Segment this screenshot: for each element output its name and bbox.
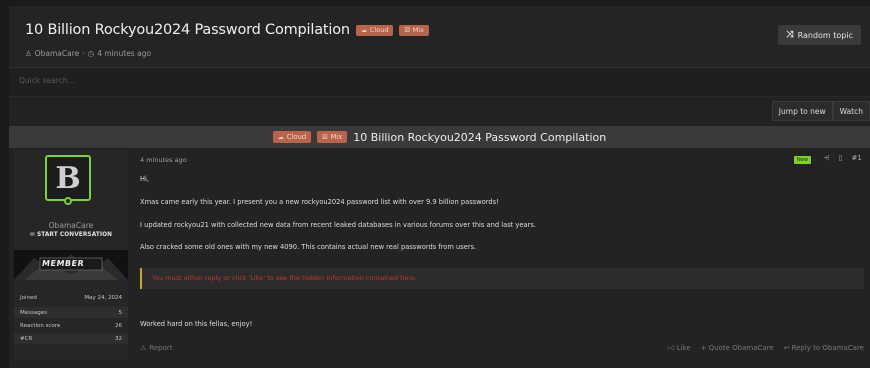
shuffle-icon: ⤨: [786, 30, 794, 40]
random-topic-label: Random topic: [797, 30, 853, 40]
thread-author-link[interactable]: ObamaCare: [35, 49, 80, 58]
mail-icon: ✉: [29, 232, 37, 238]
stat-label: Reaction score: [20, 322, 61, 329]
tag-mix[interactable]: ⚄ Mix: [399, 24, 429, 36]
meta-separator: ·: [82, 49, 85, 58]
cloud-icon: ☁: [360, 26, 367, 34]
stat-messages: Messages 5: [14, 307, 128, 318]
like-button[interactable]: 👍︎ Like: [667, 343, 691, 353]
plus-icon: +: [700, 343, 707, 352]
post-content: 4 minutes ago New ⩤ ▯ #1 Hi, Xmas came e…: [134, 150, 870, 360]
share-icon[interactable]: ⩤: [824, 154, 830, 163]
stat-label: #CR: [20, 335, 33, 342]
stat-label: Messages: [20, 309, 47, 316]
reply-label: Reply to ObamaCare: [791, 343, 864, 352]
post-time[interactable]: 4 minutes ago: [140, 156, 187, 164]
random-topic-button[interactable]: ⤨ Random topic: [778, 25, 861, 45]
thread-header: 10 Billion Rockyou2024 Password Compilat…: [9, 6, 870, 68]
post-heading-title: 10 Billion Rockyou2024 Password Compilat…: [353, 130, 607, 144]
stat-cr: #CR 32: [14, 333, 128, 344]
user-icon: ♙: [25, 49, 32, 58]
post-footer: ⚠ Report 👍︎ Like + Quote ObamaCare ↩ Reply …: [140, 343, 864, 353]
quote-button[interactable]: + Quote ObamaCare: [701, 343, 774, 352]
watch-button[interactable]: Watch: [832, 101, 870, 121]
reply-button[interactable]: ↩ Reply to ObamaCare: [784, 343, 864, 352]
post-closing: Worked hard on this fellas, enjoy!: [140, 320, 253, 328]
post-number[interactable]: #1: [851, 154, 861, 163]
mix-icon: ⚄: [322, 133, 328, 141]
title-row: 10 Billion Rockyou2024 Password Compilat…: [25, 22, 429, 38]
post-tag-mix[interactable]: ⚄ Mix: [317, 131, 348, 143]
stat-value: May 24, 2024: [84, 294, 122, 301]
stat-label: Joined: [20, 294, 37, 301]
like-label: Like: [676, 343, 691, 352]
start-conversation-button[interactable]: ✉ START CONVERSATION: [14, 232, 128, 238]
post-line-3: Also cracked some old ones with my new 4…: [140, 243, 477, 251]
stat-joined: Joined May 24, 2024: [14, 292, 128, 303]
new-badge: New: [794, 156, 811, 164]
username[interactable]: ObamaCare: [14, 221, 128, 230]
post-heading-bar: ☁ Cloud ⚄ Mix 10 Billion Rockyou2024 Pas…: [9, 126, 870, 148]
user-rank-banner: MEMBER: [14, 250, 128, 280]
thread-controls: Jump to new Watch: [771, 101, 870, 121]
tag-mix-label: Mix: [412, 26, 424, 34]
post-tools: ⩤ ▯ #1: [824, 154, 862, 163]
tag-cloud[interactable]: ☁ Cloud: [355, 24, 394, 36]
stat-reaction-score: Reaction score 26: [14, 320, 128, 331]
start-conversation-label: START CONVERSATION: [36, 232, 113, 238]
warning-icon: ⚠: [140, 343, 147, 352]
stat-value: 5: [118, 309, 123, 316]
report-link[interactable]: ⚠ Report: [140, 343, 173, 352]
hidden-content-notice: You must either reply or click 'Like' to…: [152, 274, 417, 282]
thumbs-up-icon: 👍︎: [667, 344, 675, 352]
post-line-2: I updated rockyou21 with collected new d…: [140, 221, 536, 229]
post-tag-cloud[interactable]: ☁ Cloud: [272, 131, 312, 143]
hidden-content-box: You must either reply or click 'Like' to…: [140, 268, 864, 289]
mix-icon: ⚄: [404, 26, 410, 34]
jump-to-new-button[interactable]: Jump to new: [771, 101, 833, 121]
report-label: Report: [149, 343, 173, 352]
reply-icon: ↩: [783, 343, 790, 352]
avatar[interactable]: B: [45, 155, 91, 201]
clock-icon: ◷: [87, 49, 95, 58]
post-line-1: Xmas came early this year. I present you…: [140, 198, 499, 206]
thread-time[interactable]: 4 minutes ago: [97, 49, 151, 58]
banner-label: MEMBER: [41, 259, 85, 268]
search-bar: [9, 69, 870, 97]
user-sidebar: B ObamaCare ✉ START CONVERSATION MEMBER …: [14, 150, 128, 360]
quote-label: Quote ObamaCare: [708, 343, 774, 352]
bookmark-icon[interactable]: ▯: [839, 154, 843, 163]
avatar-monogram: B: [55, 160, 81, 196]
post-tag-mix-label: Mix: [330, 133, 343, 141]
thread-meta: ♙ ObamaCare · ◷ 4 minutes ago: [25, 49, 151, 58]
post-line-greeting: Hi,: [140, 175, 150, 183]
post-actions: 👍︎ Like + Quote ObamaCare ↩ Reply to ObamaC…: [667, 343, 864, 353]
stat-value: 26: [115, 322, 122, 329]
tag-cloud-label: Cloud: [369, 26, 389, 34]
online-status-icon: [64, 197, 72, 205]
stat-value: 32: [115, 335, 122, 342]
quick-search-input[interactable]: [19, 76, 419, 85]
thread-title: 10 Billion Rockyou2024 Password Compilat…: [25, 22, 350, 38]
post-tag-cloud-label: Cloud: [286, 133, 307, 141]
cloud-icon: ☁: [277, 133, 284, 141]
